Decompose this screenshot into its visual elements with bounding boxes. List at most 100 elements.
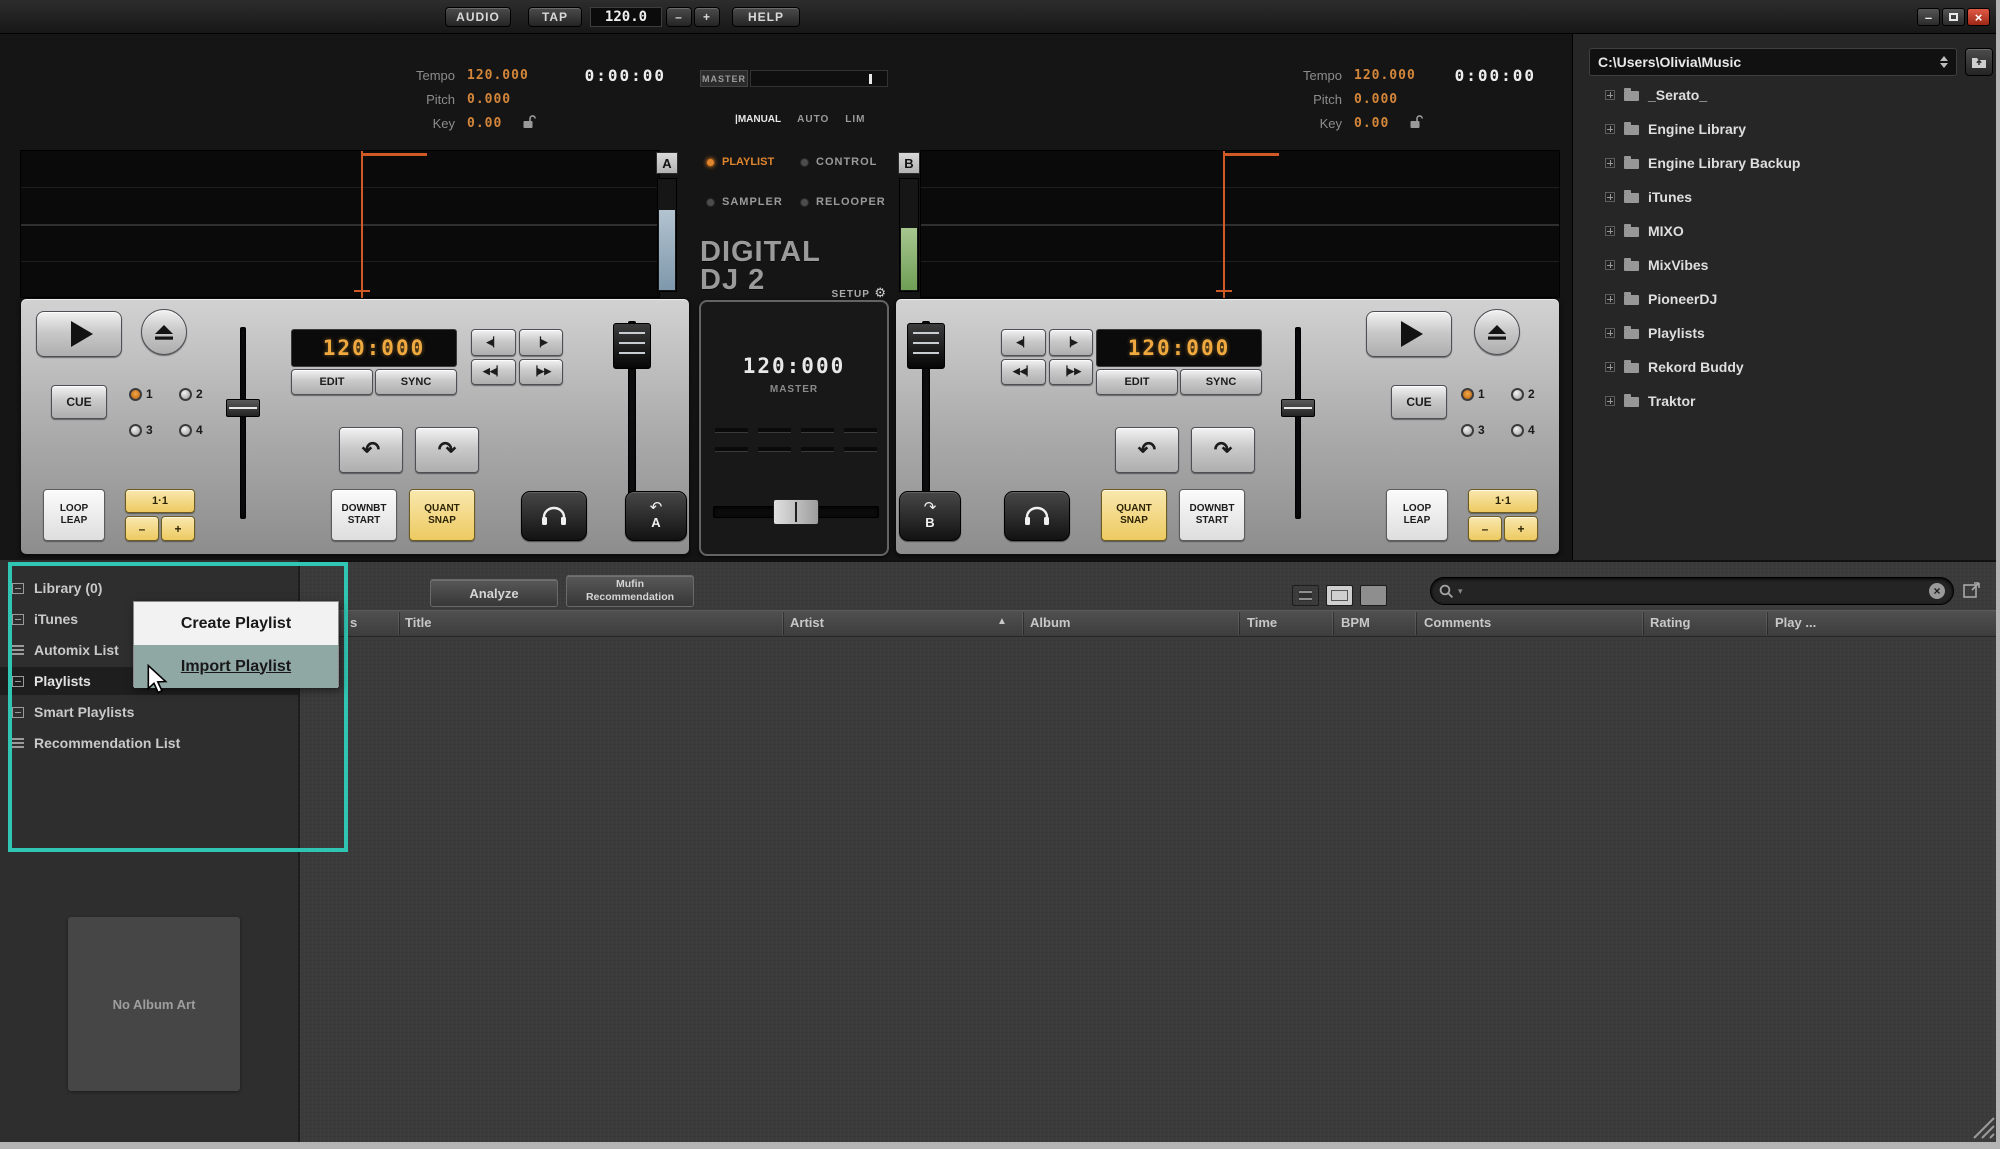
maximize-button[interactable] [1942, 8, 1965, 26]
column-artist[interactable]: Artist [790, 615, 824, 630]
deck-a-sync-button[interactable]: SYNC [375, 369, 457, 395]
folder-up-button[interactable] [1965, 48, 1993, 76]
deck-a-waveform[interactable] [20, 150, 660, 298]
audio-button[interactable]: AUDIO [445, 7, 511, 27]
control-radio[interactable] [800, 158, 809, 167]
close-button[interactable]: × [1967, 8, 1990, 26]
deck-a-loop-minus-button[interactable]: – [125, 516, 159, 541]
context-menu-create-playlist[interactable]: Create Playlist [134, 602, 338, 645]
minimize-button[interactable]: – [1917, 8, 1940, 26]
deck-b-volume-fader[interactable] [907, 323, 945, 369]
auto-mode-button[interactable]: AUTO [797, 114, 829, 125]
view-mode-large-button[interactable] [1360, 585, 1387, 606]
deck-b-bend-right-button[interactable]: ↷ [1191, 427, 1255, 473]
tree-item[interactable]: MIXO [1605, 219, 1985, 243]
column-time[interactable]: Time [1247, 615, 1277, 630]
popout-icon[interactable] [1962, 580, 1982, 600]
deck-b-load-button[interactable]: ↷ B [899, 491, 961, 541]
expander-icon[interactable] [1605, 362, 1615, 372]
relooper-tab-label[interactable]: RELOOPER [816, 196, 886, 208]
deck-b-cue-button[interactable]: CUE [1391, 385, 1447, 419]
path-spinner-icon[interactable] [1940, 56, 1948, 68]
bpm-plus-button[interactable]: + [694, 7, 720, 27]
analyze-button[interactable]: Analyze [430, 579, 558, 607]
deck-a-play-button[interactable] [36, 311, 122, 357]
deck-a-hotcue-2[interactable]: 2 [179, 387, 229, 401]
deck-b-bend-left-button[interactable]: ↶ [1115, 427, 1179, 473]
deck-a-loop-leap-button[interactable]: LOOPLEAP [43, 489, 105, 541]
deck-b-play-button[interactable] [1366, 311, 1452, 357]
deck-a-loop-plus-button[interactable]: + [161, 516, 195, 541]
browser-path-dropdown[interactable]: C:\Users\Olivia\Music [1589, 48, 1957, 76]
column-bpm[interactable]: BPM [1341, 615, 1370, 630]
tree-item[interactable]: Traktor [1605, 389, 1985, 413]
deck-a-nudge-back-button[interactable]: ◀▏ [471, 329, 516, 356]
deck-b-loop-leap-button[interactable]: LOOPLEAP [1386, 489, 1448, 541]
search-field[interactable]: ▾ × [1430, 577, 1954, 605]
deck-b-hotcue-2[interactable]: 2 [1511, 387, 1561, 401]
expander-icon[interactable] [1605, 124, 1615, 134]
deck-b-pitch-fader[interactable] [1281, 399, 1315, 417]
window-frame-right[interactable] [1996, 0, 2000, 1149]
expander-icon[interactable] [1605, 192, 1615, 202]
column-rating[interactable]: Rating [1650, 615, 1690, 630]
sampler-slot[interactable] [715, 428, 748, 433]
tree-item[interactable]: Engine Library [1605, 117, 1985, 141]
control-tab-label[interactable]: CONTROL [816, 156, 877, 168]
deck-a-cue-button[interactable]: CUE [51, 385, 107, 419]
deck-a-nudge-back2-button[interactable]: ◀◀▏ [471, 359, 516, 386]
window-frame-bottom[interactable] [0, 1142, 2000, 1149]
deck-b-eject-button[interactable] [1474, 309, 1520, 355]
limiter-button[interactable]: LIM [845, 114, 865, 125]
sampler-slot[interactable] [801, 447, 834, 452]
deck-a-bend-right-button[interactable]: ↷ [415, 427, 479, 473]
deck-a-load-button[interactable]: ↶ A [625, 491, 687, 541]
view-mode-grid-button[interactable] [1326, 585, 1353, 606]
mufin-recommendation-button[interactable]: Mufin Recommendation [566, 575, 694, 607]
relooper-radio[interactable] [800, 198, 809, 207]
deck-b-hotcue-1[interactable]: 1 [1461, 387, 1511, 401]
tree-item[interactable]: _Serato_ [1605, 83, 1985, 107]
column-album[interactable]: Album [1030, 615, 1070, 630]
resize-grip[interactable] [1966, 1110, 1996, 1140]
search-input[interactable] [1467, 584, 1925, 599]
deck-b-nudge-back-button[interactable]: ◀▏ [1001, 329, 1046, 356]
expander-icon[interactable] [1605, 396, 1615, 406]
deck-a-hotcue-1[interactable]: 1 [129, 387, 179, 401]
tree-item[interactable]: iTunes [1605, 185, 1985, 209]
expander-icon[interactable] [1605, 226, 1615, 236]
deck-b-loop-minus-button[interactable]: – [1468, 516, 1502, 541]
deck-b-waveform[interactable] [920, 150, 1560, 298]
sampler-slot[interactable] [801, 428, 834, 433]
deck-b-hotcue-4[interactable]: 4 [1511, 423, 1561, 437]
deck-b-quant-snap-button[interactable]: QUANTSNAP [1101, 489, 1167, 541]
playlist-radio[interactable] [706, 158, 715, 167]
sampler-tab-label[interactable]: SAMPLER [722, 196, 783, 208]
expander-icon[interactable] [1605, 328, 1615, 338]
column-comments[interactable]: Comments [1424, 615, 1491, 630]
playlist-tab-label[interactable]: PLAYLIST [722, 156, 774, 168]
deck-b-keylock-icon[interactable] [1409, 114, 1423, 129]
view-mode-list-button[interactable] [1292, 585, 1319, 606]
sampler-slot[interactable] [758, 428, 791, 433]
deck-a-edit-button[interactable]: EDIT [291, 369, 373, 395]
deck-a-nudge-fwd-button[interactable]: ▕▶ [519, 329, 564, 356]
deck-a-pitch-fader[interactable] [226, 399, 260, 417]
expander-icon[interactable] [1605, 158, 1615, 168]
deck-b-headphone-button[interactable] [1004, 491, 1070, 541]
deck-a-nudge-fwd2-button[interactable]: ▕▶▶ [519, 359, 564, 386]
column-status[interactable]: s [350, 615, 357, 630]
tree-item[interactable]: PioneerDJ [1605, 287, 1985, 311]
sampler-slot[interactable] [715, 447, 748, 452]
sampler-slot[interactable] [844, 428, 877, 433]
tap-button[interactable]: TAP [528, 7, 582, 27]
sampler-slot[interactable] [844, 447, 877, 452]
tree-item[interactable]: MixVibes [1605, 253, 1985, 277]
deck-a-downbeat-start-button[interactable]: DOWNBTSTART [331, 489, 397, 541]
expander-icon[interactable] [1605, 294, 1615, 304]
column-play[interactable]: Play ... [1775, 615, 1816, 630]
deck-a-bend-left-button[interactable]: ↶ [339, 427, 403, 473]
deck-a-headphone-button[interactable] [521, 491, 587, 541]
crossfader-handle[interactable] [773, 499, 819, 525]
tree-item[interactable]: Engine Library Backup [1605, 151, 1985, 175]
